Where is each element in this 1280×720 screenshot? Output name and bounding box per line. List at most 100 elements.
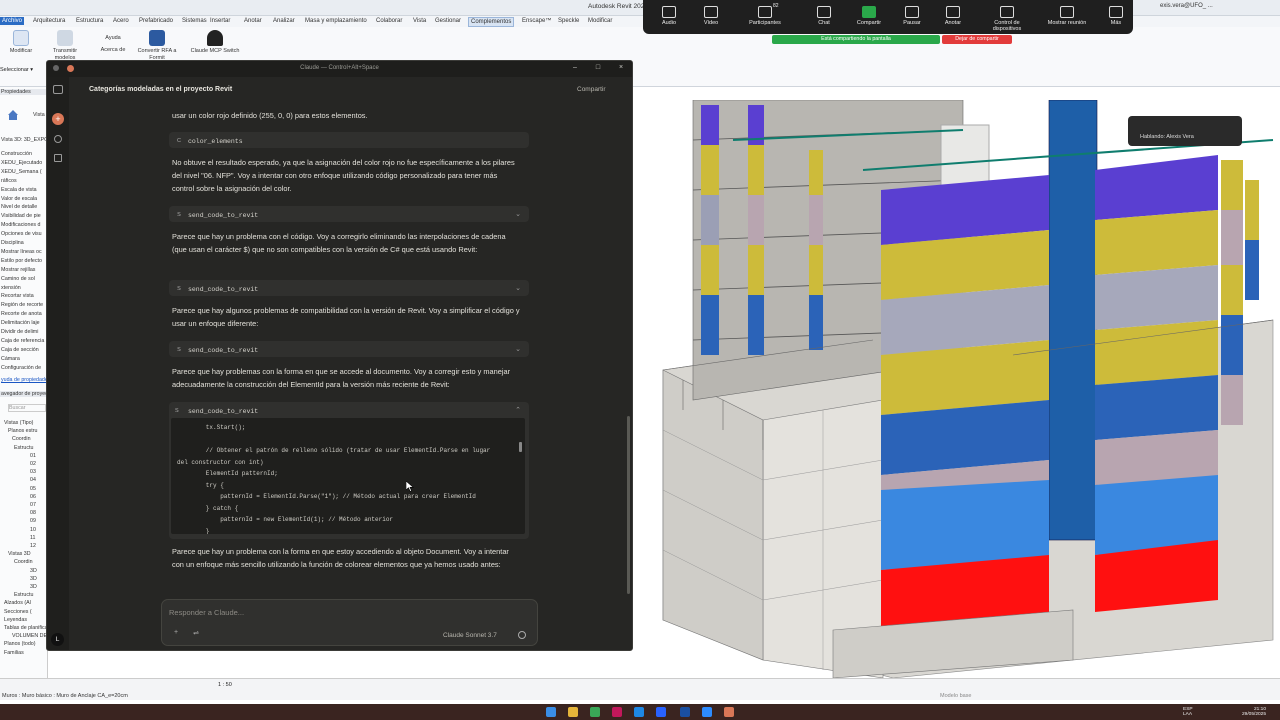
modify-button[interactable]: Modificar (0, 30, 42, 55)
property-row[interactable]: Construcción (1, 151, 47, 157)
property-row[interactable]: Recortar vista (1, 293, 47, 299)
menu-tab-anotar[interactable]: Anotar (242, 17, 264, 25)
view-scale-label[interactable]: 1 : 50 (218, 682, 232, 688)
tool-call-card[interactable]: S send_code_to_revit ⌄ (169, 280, 529, 296)
view3d-label[interactable]: Vista 3D: 3D_EXPO (1, 137, 47, 143)
tool-call-card[interactable]: S send_code_to_revit ⌄ (169, 341, 529, 357)
model-selector[interactable]: Claude Sonnet 3.7 (443, 632, 497, 639)
property-row[interactable]: Visibilidad de pie (1, 213, 47, 219)
menu-tab-enscape-[interactable]: Enscape™ (520, 17, 553, 25)
tool-call-card-expanded[interactable]: S send_code_to_revit ⌃ tx.Start(); // Ob… (169, 402, 529, 539)
property-row[interactable]: Opciones de visu (1, 231, 47, 237)
share-button[interactable]: Compartir (577, 86, 606, 93)
browser-tree-item[interactable]: Planos estru (8, 428, 48, 434)
chevron-up-icon[interactable]: ⌃ (515, 404, 521, 417)
close-icon[interactable]: × (615, 64, 627, 71)
menu-tab-gestionar[interactable]: Gestionar (433, 17, 463, 25)
property-row[interactable]: Valor de escala (1, 196, 47, 202)
property-row[interactable]: Región de recorte (1, 302, 47, 308)
excel-icon[interactable] (590, 707, 600, 717)
new-chat-icon[interactable]: + (52, 113, 64, 125)
property-row[interactable]: Cámara (1, 356, 47, 362)
zoom-remote-control-button[interactable]: Control de dispositivos (981, 6, 1033, 32)
property-row[interactable]: Dividir de delimi (1, 329, 47, 335)
menu-tab-colaborar[interactable]: Colaborar (374, 17, 404, 25)
revit-3d-viewport[interactable] (633, 100, 1280, 678)
projects-icon[interactable] (54, 154, 62, 162)
browser-tree-item[interactable]: Vistas (Tipo) (4, 420, 48, 426)
chevron-down-icon[interactable]: ⌄ (515, 208, 521, 221)
browser-tree-item[interactable]: Estructu (14, 592, 48, 598)
menu-tab-acero[interactable]: Acero (111, 17, 131, 25)
transmit-models-button[interactable]: Transmitir modelos (44, 30, 86, 61)
property-row[interactable]: XEDU_Ejecutado (1, 160, 47, 166)
menu-tab-arquitectura[interactable]: Arquitectura (31, 17, 67, 25)
zoom-video-button[interactable]: Vídeo (685, 6, 737, 26)
property-row[interactable]: Caja de referencia (1, 338, 47, 344)
zoom-taskbar-icon[interactable] (702, 707, 712, 717)
taskbar-clock[interactable]: 21:10 29/05/2025 (1226, 707, 1266, 717)
property-row[interactable]: Recorte de anota (1, 311, 47, 317)
zoom-show-meeting-button[interactable]: Mostrar reunión (1041, 6, 1093, 26)
zoom-more-button[interactable]: Más (1090, 6, 1142, 26)
property-row[interactable]: Nivel de detalle (1, 204, 47, 210)
browser-search-input[interactable]: Buscar (8, 404, 46, 412)
browser-tree-item[interactable]: Alzados (Al (4, 600, 48, 606)
property-row[interactable]: xtensión (1, 285, 47, 291)
search-icon[interactable] (54, 135, 62, 143)
property-row[interactable]: Camino de sol (1, 276, 47, 282)
minimize-icon[interactable]: – (569, 64, 581, 71)
convert-rfa-button[interactable]: Convertir RFA a Formit (136, 30, 178, 61)
file-explorer-icon[interactable] (568, 707, 578, 717)
zoom-participants-button[interactable]: Participantes 82 (739, 3, 791, 26)
menu-tab-archivo[interactable]: Archivo (0, 17, 25, 25)
browser-tree-item[interactable]: Estructu (14, 445, 48, 451)
browser-tree-item[interactable]: Vistas 3D (8, 551, 48, 557)
avatar[interactable]: L (51, 633, 64, 646)
maximize-icon[interactable]: □ (592, 64, 604, 71)
property-row[interactable]: Estilo por defecto (1, 258, 47, 264)
language-indicator[interactable]: ESP LAA (1183, 707, 1193, 717)
stop-share-button[interactable]: Dejar de compartir (942, 35, 1012, 44)
property-row[interactable]: Mostrar rejillas (1, 267, 47, 273)
menu-tab-modificar[interactable]: Modificar (586, 17, 614, 25)
app-icon[interactable] (656, 707, 666, 717)
menu-tab-estructura[interactable]: Estructura (74, 17, 105, 25)
property-row[interactable]: ráficos (1, 178, 47, 184)
menu-tab-prefabricado[interactable]: Prefabricado (137, 17, 175, 25)
chevron-down-icon[interactable]: ⌄ (515, 343, 521, 356)
property-row[interactable]: XEDU_Semana ( (1, 169, 47, 175)
revit-taskbar-icon[interactable] (680, 707, 690, 717)
claude-taskbar-icon[interactable] (724, 707, 734, 717)
tool-call-card[interactable]: S send_code_to_revit ⌄ (169, 206, 529, 222)
add-attachment-icon[interactable]: + (170, 629, 182, 641)
claude-mcp-switch-button[interactable]: Claude MCP Switch (190, 30, 240, 55)
app-icon[interactable] (612, 707, 622, 717)
menu-tab-analizar[interactable]: Analizar (271, 17, 297, 25)
property-row[interactable]: Modificaciones d (1, 222, 47, 228)
menu-tab-complementos[interactable]: Complementos (468, 17, 515, 27)
property-row[interactable]: Disciplina (1, 240, 47, 246)
menu-tab-speckle[interactable]: Speckle (556, 17, 581, 25)
property-row[interactable]: Caja de sección (1, 347, 47, 353)
app-icon[interactable] (634, 707, 644, 717)
property-row[interactable]: Delimitación laje (1, 320, 47, 326)
menu-tab-vista[interactable]: Vista (411, 17, 428, 25)
browser-tree-item[interactable]: Leyendas (4, 617, 48, 623)
browser-tree-item[interactable]: Coordin (14, 559, 48, 565)
composer-input[interactable]: Responder a Claude... (169, 608, 244, 617)
zoom-annotate-button[interactable]: Anotar (927, 6, 979, 26)
properties-help-link[interactable]: yuda de propiedades (1, 377, 47, 383)
tools-icon[interactable]: ⇌ (190, 629, 202, 641)
windows-start-icon[interactable] (546, 707, 556, 717)
message-composer[interactable]: Responder a Claude... + ⇌ Claude Sonnet … (161, 599, 538, 646)
select-dropdown[interactable]: Seleccionar ▾ (0, 67, 40, 73)
chevron-down-icon[interactable]: ⌄ (515, 282, 521, 295)
property-row[interactable]: Configuración de (1, 365, 47, 371)
code-block[interactable]: tx.Start(); // Obtener el patrón de rell… (171, 418, 525, 534)
about-button[interactable]: Acerca de (92, 47, 134, 54)
browser-tree-item[interactable]: Coordin (12, 436, 48, 442)
code-scrollbar[interactable] (519, 442, 522, 452)
menu-tab-masa-y-emplazamiento[interactable]: Masa y emplazamiento (303, 17, 369, 25)
send-icon[interactable] (518, 631, 526, 639)
